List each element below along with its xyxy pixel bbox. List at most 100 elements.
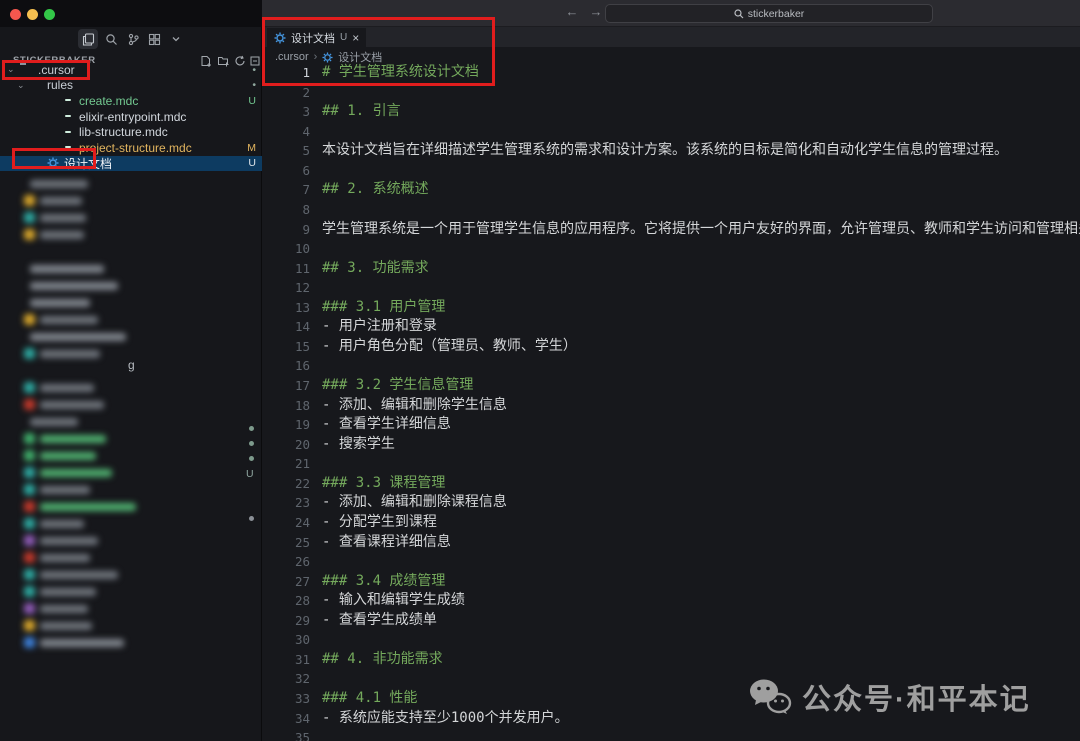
tab-design-doc[interactable]: 设计文档 U × xyxy=(267,28,366,47)
code-line[interactable]: 27### 3.4 成绩管理 xyxy=(262,572,1080,592)
tree-item-project-structure.mdc[interactable]: project-structure.mdcM xyxy=(0,140,262,156)
code-line[interactable]: 28- 输入和编辑学生成绩 xyxy=(262,591,1080,611)
code-line[interactable]: 17### 3.2 学生信息管理 xyxy=(262,376,1080,396)
code-line[interactable]: 7## 2. 系统概述 xyxy=(262,180,1080,200)
tab-label: 设计文档 xyxy=(291,30,335,46)
line-number: 35 xyxy=(262,728,310,741)
code-line[interactable]: 31## 4. 非功能需求 xyxy=(262,650,1080,670)
code-line[interactable]: 19- 查看学生详细信息 xyxy=(262,415,1080,435)
line-text: ### 4.1 性能 xyxy=(322,689,417,709)
blurred-list-item xyxy=(0,243,240,260)
code-line[interactable]: 2 xyxy=(262,83,1080,103)
nav-forward-button[interactable]: → xyxy=(587,4,605,19)
code-line[interactable]: 1# 学生管理系统设计文档 xyxy=(262,63,1080,83)
code-line[interactable]: 10 xyxy=(262,239,1080,259)
command-center-search[interactable]: stickerbaker xyxy=(605,4,933,23)
code-area[interactable]: 1# 学生管理系统设计文档23## 1. 引言45本设计文档旨在详细描述学生管理… xyxy=(262,63,1080,741)
titlebar-left xyxy=(0,0,262,27)
chevron-expand-icon[interactable]: ⌄ xyxy=(17,80,25,91)
minimize-window-button[interactable] xyxy=(27,9,38,20)
line-number: 12 xyxy=(262,278,310,298)
gear-icon xyxy=(47,157,61,169)
code-line[interactable]: 18- 添加、编辑和删除学生信息 xyxy=(262,396,1080,416)
code-line[interactable]: 3## 1. 引言 xyxy=(262,102,1080,122)
tree-item-label: 设计文档 xyxy=(64,155,112,172)
code-line[interactable]: 25 - 查看课程详细信息 xyxy=(262,533,1080,553)
explorer-icon[interactable] xyxy=(78,29,98,49)
sidebar-toolbar xyxy=(0,28,262,50)
line-number: 32 xyxy=(262,669,310,689)
line-number: 21 xyxy=(262,454,310,474)
code-line[interactable]: 26 xyxy=(262,552,1080,572)
code-line[interactable]: 12 xyxy=(262,278,1080,298)
code-line[interactable]: 5本设计文档旨在详细描述学生管理系统的需求和设计方案。该系统的目标是简化和自动化… xyxy=(262,141,1080,161)
search-sidebar-icon[interactable] xyxy=(101,29,121,49)
code-line[interactable]: 9学生管理系统是一个用于管理学生信息的应用程序。它将提供一个用户友好的界面，允许… xyxy=(262,220,1080,240)
blurred-list-item xyxy=(0,600,240,617)
tree-item-rules[interactable]: ⌄rules• xyxy=(0,78,262,94)
breadcrumb-root[interactable]: .cursor xyxy=(275,51,309,63)
line-number: 20 xyxy=(262,435,310,455)
mdc-file-icon xyxy=(62,126,76,138)
tree-item-设计文档[interactable]: 设计文档U xyxy=(0,156,262,172)
blurred-list-item xyxy=(0,345,240,362)
watermark: 公众号·和平本记 xyxy=(748,676,1031,718)
tree-item-create.mdc[interactable]: create.mdcU xyxy=(0,93,262,109)
code-line[interactable]: 20- 搜索学生 xyxy=(262,435,1080,455)
code-line[interactable]: 22### 3.3 课程管理 xyxy=(262,474,1080,494)
tree-item-label: project-structure.mdc xyxy=(79,141,192,155)
code-line[interactable]: 21 xyxy=(262,454,1080,474)
code-line[interactable]: 4 xyxy=(262,122,1080,142)
line-number: 13 xyxy=(262,298,310,318)
blurred-list-item xyxy=(0,328,240,345)
close-window-button[interactable] xyxy=(10,9,21,20)
code-line[interactable]: 23- 添加、编辑和删除课程信息 xyxy=(262,493,1080,513)
breadcrumb-separator: › xyxy=(314,51,318,63)
blurred-list-item xyxy=(0,498,240,515)
tree-item-lib-structure.mdc[interactable]: lib-structure.mdc xyxy=(0,124,262,140)
code-line[interactable]: 8 xyxy=(262,200,1080,220)
blurred-list-item xyxy=(0,413,240,430)
line-number: 25 xyxy=(262,533,310,553)
zoom-window-button[interactable] xyxy=(44,9,55,20)
git-status-dot xyxy=(249,516,254,521)
tree-item-.cursor[interactable]: ⌄.cursor• xyxy=(0,62,262,78)
extensions-icon[interactable] xyxy=(144,29,164,49)
tree-item-label: create.mdc xyxy=(79,94,138,108)
line-number: 3 xyxy=(262,102,310,122)
blurred-list-item xyxy=(0,209,240,226)
chevron-expand-icon[interactable]: ⌄ xyxy=(7,64,15,75)
blurred-list-item xyxy=(0,634,240,651)
code-line[interactable]: 6 xyxy=(262,161,1080,181)
blurred-list-item xyxy=(0,175,240,192)
line-number: 8 xyxy=(262,200,310,220)
line-number: 23 xyxy=(262,493,310,513)
mdc-file-icon xyxy=(62,111,76,123)
blurred-list-item xyxy=(0,583,240,600)
line-number: 28 xyxy=(262,591,310,611)
line-text: - 查看课程详细信息 xyxy=(322,533,451,553)
code-line[interactable]: 29- 查看学生成绩单 xyxy=(262,611,1080,631)
code-line[interactable]: 35 xyxy=(262,728,1080,741)
line-number: 27 xyxy=(262,572,310,592)
code-line[interactable]: 13### 3.1 用户管理 xyxy=(262,298,1080,318)
code-line[interactable]: 15- 用户角色分配（管理员、教师、学生） xyxy=(262,337,1080,357)
line-number: 30 xyxy=(262,630,310,650)
code-line[interactable]: 24- 分配学生到课程 xyxy=(262,513,1080,533)
line-number: 7 xyxy=(262,180,310,200)
code-line[interactable]: 16 xyxy=(262,356,1080,376)
tab-close-icon[interactable]: × xyxy=(352,32,359,44)
code-line[interactable]: 11## 3. 功能需求 xyxy=(262,259,1080,279)
source-control-icon[interactable] xyxy=(123,29,143,49)
line-number: 11 xyxy=(262,259,310,279)
nav-back-button[interactable]: ← xyxy=(563,4,581,19)
code-line[interactable]: 30 xyxy=(262,630,1080,650)
code-line[interactable]: 14- 用户注册和登录 xyxy=(262,317,1080,337)
line-number: 10 xyxy=(262,239,310,259)
git-status-dot xyxy=(249,456,254,461)
tree-item-elixir-entrypoint.mdc[interactable]: elixir-entrypoint.mdc xyxy=(0,109,262,125)
line-number: 1 xyxy=(262,63,310,83)
line-number: 2 xyxy=(262,83,310,103)
chevron-down-icon[interactable] xyxy=(166,29,186,49)
line-number: 18 xyxy=(262,396,310,416)
